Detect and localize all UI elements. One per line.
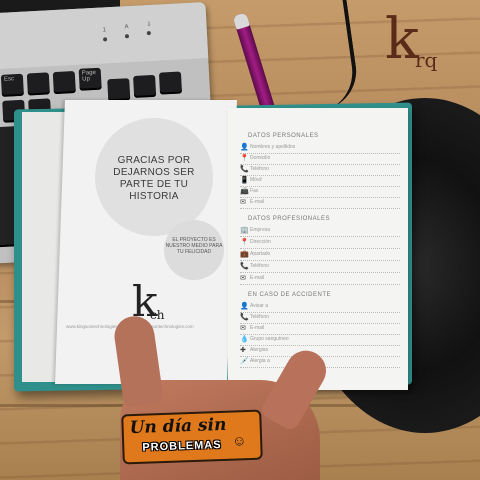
form-row-label: Domicilio (250, 155, 271, 161)
sticker-line-2: PROBLEMAS (142, 438, 222, 454)
form-row-label: E-mail (250, 275, 265, 281)
brand-logo-mark: k (385, 7, 419, 72)
phone-icon: 📞 (240, 263, 249, 270)
form-row-label: Nombres y apellidos (250, 144, 296, 150)
form-row: 📞 Teléfono (240, 165, 400, 176)
notebook-logo-text: ch (150, 308, 165, 322)
form-row: 🏢 Empresa (240, 226, 400, 237)
smiley-icon: ☺ (231, 432, 247, 449)
form-row-label: Móvil (250, 177, 262, 183)
form-row-label: Avisar a (250, 303, 268, 309)
slogan-text: EL PROYECTO ES NUESTRO MEDIO PARA TU FEL… (165, 237, 223, 255)
personal-data-title: DATOS PERSONALES (248, 133, 319, 139)
led-label: A (124, 24, 129, 31)
led-label: ⇩ (146, 21, 152, 29)
form-row-label: Teléfono (250, 263, 269, 269)
keyboard-key (107, 78, 131, 102)
keyboard-key: Esc (0, 73, 24, 97)
syringe-icon: 💉 (240, 358, 249, 365)
brand-logo: k rq (385, 7, 437, 73)
photo-scene: 1 A ⇩ Esc Page Up k rq GRACIAS POR DEJAR… (0, 0, 480, 480)
form-row: 👤 Nombres y apellidos (240, 143, 400, 154)
keyboard-key (52, 71, 76, 95)
keyboard-key (26, 72, 50, 96)
form-row: ✉ E-mail (240, 198, 400, 209)
form-row: ✉ E-mail (240, 324, 400, 335)
form-row-label: Empresa (250, 227, 271, 233)
form-row: 📠 Fax (240, 187, 400, 198)
slogan-sticker: Un día sin PROBLEMAS ☺ (121, 409, 263, 465)
form-row: 📞 Teléfono (240, 313, 400, 324)
form-row: ✉ E-mail (240, 274, 400, 285)
form-row: 📱 Móvil (240, 176, 400, 187)
professional-data-title: DATOS PROFESIONALES (248, 216, 330, 222)
person-icon: 👤 (240, 144, 249, 151)
email-icon: ✉ (240, 275, 246, 282)
location-icon: 📍 (240, 155, 249, 162)
email-icon: ✉ (240, 325, 246, 332)
form-row-label: Grupo sanguíneo (250, 336, 289, 342)
form-row: 📍 Dirección (240, 238, 400, 249)
fax-icon: 📠 (240, 188, 249, 195)
form-row-label: E-mail (250, 199, 265, 205)
person-icon: 👤 (240, 303, 249, 310)
blood-drop-icon: 💧 (240, 336, 249, 343)
form-row-label: Fax (250, 188, 259, 194)
sticker-line-1: Un día sin (129, 414, 227, 439)
form-row: 💼 Apartado (240, 250, 400, 261)
email-icon: ✉ (240, 199, 246, 206)
phone-icon: 📞 (240, 166, 249, 173)
led-label: 1 (102, 27, 107, 34)
form-row-label: Dirección (250, 239, 271, 245)
keyboard-top-strip (0, 2, 209, 71)
form-row-label: Alergias (250, 347, 269, 353)
keyboard-key (133, 74, 157, 98)
building-icon: 🏢 (240, 227, 249, 234)
form-row-label: Alergia a (250, 358, 270, 364)
form-row: 📍 Domicilio (240, 154, 400, 165)
keyboard-key: Page Up (78, 67, 102, 91)
form-row: 👤 Avisar a (240, 302, 400, 313)
location-icon: 📍 (240, 239, 249, 246)
briefcase-icon: 💼 (240, 251, 249, 258)
form-row: 💧 Grupo sanguíneo (240, 335, 400, 346)
form-row-label: Teléfono (250, 314, 269, 320)
form-row-label: Apartado (250, 251, 271, 257)
form-row-label: Teléfono (250, 166, 269, 172)
keyboard-key (158, 71, 183, 95)
form-row: 📞 Teléfono (240, 262, 400, 273)
brand-logo-text: rq (415, 48, 438, 72)
form-row-label: E-mail (250, 325, 265, 331)
mobile-icon: 📱 (240, 177, 249, 184)
thanks-text: GRACIAS POR DEJARNOS SER PARTE DE TU HIS… (113, 155, 195, 202)
phone-icon: 📞 (240, 314, 249, 321)
emergency-title: EN CASO DE ACCIDENTE (248, 292, 332, 298)
allergy-icon: ✚ (240, 347, 246, 354)
